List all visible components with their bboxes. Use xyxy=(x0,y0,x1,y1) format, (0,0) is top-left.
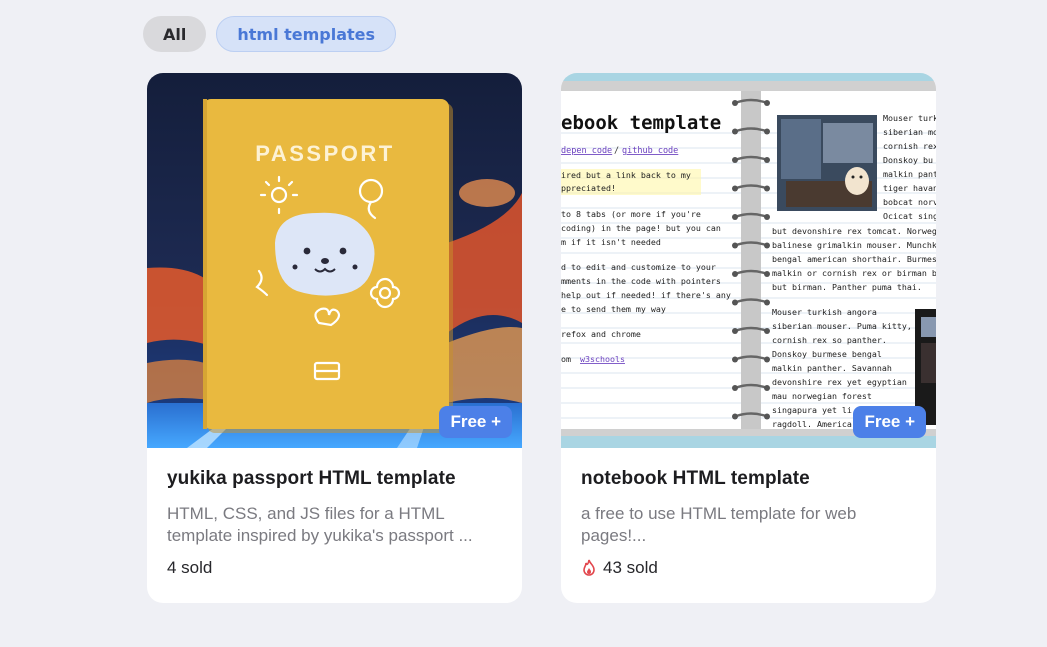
notebook-ring-hole xyxy=(732,356,738,363)
sold-count-text: 43 sold xyxy=(603,558,658,577)
notebook-link-github: github code xyxy=(622,146,678,156)
flame-icon xyxy=(583,559,595,576)
sold-count: 4 sold xyxy=(167,558,502,578)
filter-chip-html-templates[interactable]: html templates xyxy=(216,16,397,52)
notebook-text-line: Donskoy burmese bengal xyxy=(772,349,882,359)
notebook-ring-hole xyxy=(732,214,738,220)
notebook-text-line: Mouser turk xyxy=(883,113,936,123)
notebook-thumbnail-image: ebook template depen code / github code … xyxy=(561,73,936,448)
notebook-text-line: siberian mo xyxy=(883,127,936,137)
notebook-text-line: malkin pant xyxy=(883,169,936,179)
notebook-text-line: balinese grimalkin mouser. Munchki xyxy=(772,240,936,250)
notebook-text-line: coding) in the page! but you can xyxy=(561,223,721,233)
notebook-text-line: bengal american shorthair. Burmes xyxy=(772,254,936,264)
notebook-text-line: to 8 tabs (or more if you're xyxy=(561,209,701,219)
notebook-text-line: om xyxy=(561,354,571,364)
notebook-text-line: Donskoy bu xyxy=(883,155,933,165)
card-title[interactable]: notebook HTML template xyxy=(581,468,916,490)
notebook-ring-hole xyxy=(764,185,770,192)
price-badge[interactable]: Free + xyxy=(853,406,926,438)
notebook-text-line: d to edit and customize to your xyxy=(561,262,716,272)
notebook-ring-hole xyxy=(764,271,770,277)
card-body: yukika passport HTML template HTML, CSS,… xyxy=(147,448,522,578)
notebook-text-line: cornish rex so panther. xyxy=(772,335,887,345)
card-body: notebook HTML template a free to use HTM… xyxy=(561,448,936,578)
notebook-text-line: singapura yet li xyxy=(772,405,852,415)
notebook-ring-hole xyxy=(764,157,770,163)
notebook-ring-hole xyxy=(764,385,770,391)
filter-bar: All html templates xyxy=(143,16,397,52)
notebook-text-line: ragdoll. America xyxy=(772,419,852,429)
notebook-text-line: refox and chrome xyxy=(561,329,641,339)
notebook-ring-hole xyxy=(732,385,738,391)
notebook-text-line: mau norwegian forest xyxy=(772,391,872,401)
notebook-ring-hole xyxy=(732,128,738,135)
notebook-text-line: tiger havan xyxy=(883,183,936,193)
sold-count: 43 sold xyxy=(581,558,916,578)
notebook-text-line: devonshire rex yet egyptian xyxy=(772,377,907,387)
svg-text:/: / xyxy=(614,146,619,156)
notebook-ring-hole xyxy=(764,242,770,249)
notebook-text-line: malkin panther. Savannah xyxy=(772,363,892,373)
filter-chip-all[interactable]: All xyxy=(143,16,207,52)
notebook-ring-hole xyxy=(764,214,770,220)
notebook-text-line: Ocicat sing xyxy=(883,211,936,221)
notebook-ring-hole xyxy=(764,413,770,420)
notebook-ring-hole xyxy=(764,100,770,106)
notebook-text-line: siberian mouser. Puma kitty, xyxy=(772,321,912,331)
product-thumbnail[interactable]: PASSPORT Free + xyxy=(147,73,522,448)
notebook-text-line: m if it isn't needed xyxy=(561,237,661,247)
notebook-ring-hole xyxy=(732,299,738,306)
card-description: a free to use HTML template for web page… xyxy=(581,504,857,545)
notebook-ring-hole xyxy=(732,185,738,192)
notebook-ring-hole xyxy=(732,413,738,420)
notebook-ring-hole xyxy=(732,328,738,334)
notebook-link-w3schools: w3schools xyxy=(580,354,625,364)
notebook-text-line: but birman. Panther puma thai. xyxy=(772,282,922,292)
notebook-ring-hole xyxy=(732,157,738,163)
product-card-passport[interactable]: PASSPORT Free + yukika passport HTML tem… xyxy=(147,73,522,603)
notebook-ring-hole xyxy=(764,128,770,135)
notebook-ring-hole xyxy=(732,242,738,249)
notebook-ring-hole xyxy=(764,299,770,306)
notebook-heading: ebook template xyxy=(561,112,721,134)
price-badge[interactable]: Free + xyxy=(439,406,512,438)
notebook-text-line: help out if needed! if there's any xyxy=(561,290,731,300)
notebook-ring-hole xyxy=(732,271,738,277)
notebook-text-line: malkin or cornish rex or birman bu xyxy=(772,268,936,278)
svg-text:PASSPORT: PASSPORT xyxy=(255,141,394,166)
notebook-text-line: e to send them my way xyxy=(561,304,666,314)
notebook-text-line: ired but a link back to my xyxy=(561,170,691,180)
notebook-text-line: Mouser turkish angora xyxy=(772,307,877,317)
card-description: HTML, CSS, and JS files for a HTML templ… xyxy=(167,504,473,545)
notebook-text-line: ppreciated! xyxy=(561,183,616,193)
notebook-text-line: bobcat norv xyxy=(883,197,936,207)
notebook-link-codepen: depen code xyxy=(561,146,612,156)
notebook-ring-hole xyxy=(764,328,770,334)
card-title[interactable]: yukika passport HTML template xyxy=(167,468,502,490)
product-card-notebook[interactable]: ebook template depen code / github code … xyxy=(561,73,936,603)
passport-thumbnail-image: PASSPORT xyxy=(147,73,522,448)
notebook-ring-hole xyxy=(764,356,770,363)
notebook-text-line: cornish rex xyxy=(883,141,936,151)
notebook-ring-hole xyxy=(732,100,738,106)
notebook-text-line: but devonshire rex tomcat. Norweg xyxy=(772,226,936,236)
notebook-text-line: mments in the code with pointers xyxy=(561,276,721,286)
sold-count-text: 4 sold xyxy=(167,558,213,577)
page: All html templates PASSPORT Free + yukik… xyxy=(0,0,1047,647)
product-thumbnail[interactable]: ebook template depen code / github code … xyxy=(561,73,936,448)
